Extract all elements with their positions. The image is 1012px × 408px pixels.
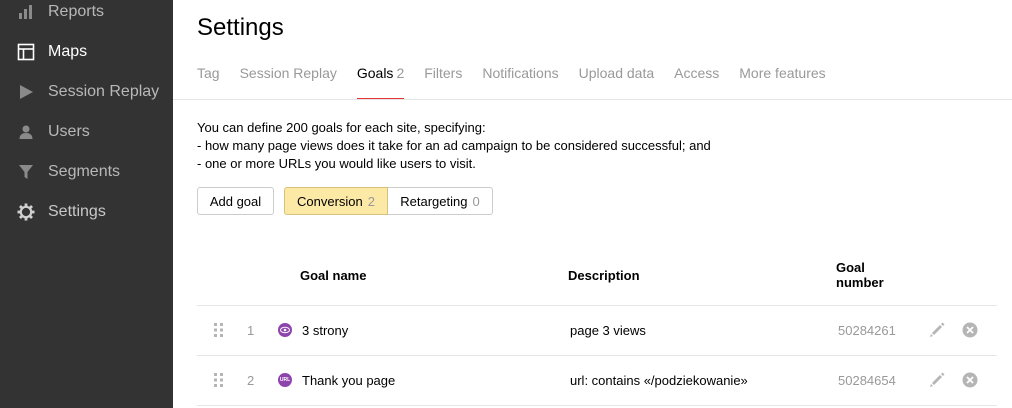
goals-intro: You can define 200 goals for each site, … (197, 119, 711, 173)
table-divider (197, 355, 997, 356)
delete-close-icon[interactable] (961, 321, 979, 339)
intro-line: - one or more URLs you would like users … (197, 156, 476, 171)
sidebar-item-session-replay[interactable]: Session Replay (0, 72, 173, 112)
sidebar-item-label: Maps (48, 43, 88, 60)
intro-line: You can define 200 goals for each site, … (197, 120, 486, 135)
sidebar: Reports Maps Session Replay Users Segmen… (0, 0, 173, 408)
header-line: number (836, 275, 884, 290)
sidebar-item-settings[interactable]: Settings (0, 192, 173, 232)
url-icon: URL (278, 373, 292, 387)
gear-icon (17, 203, 35, 221)
conversion-label: Conversion (297, 193, 363, 209)
sidebar-item-reports[interactable]: Reports (0, 0, 173, 32)
goal-description: page 3 views (570, 323, 646, 338)
goal-type-switch: Conversion 2 Retargeting 0 (284, 187, 493, 215)
tab-label: Notifications (482, 65, 559, 81)
table-divider (197, 305, 997, 306)
sidebar-item-label: Reports (48, 3, 105, 20)
goal-number: 50284261 (838, 323, 896, 338)
intro-line: - how many page views does it take for a… (197, 138, 711, 153)
tab-label: Session Replay (239, 65, 337, 81)
tab-label: Goals (356, 65, 394, 81)
conversion-toggle[interactable]: Conversion 2 (284, 187, 388, 215)
user-icon (17, 123, 35, 141)
tab-filters[interactable]: Filters (424, 62, 462, 100)
sidebar-item-label: Segments (48, 163, 121, 180)
tab-label: More features (739, 65, 826, 81)
tab-upload-data[interactable]: Upload data (579, 62, 655, 100)
table-divider (197, 405, 997, 406)
bar-chart-icon (17, 3, 35, 21)
layout-icon (17, 43, 35, 61)
main-content: Settings Tag Session Replay Goals 2 Filte… (173, 0, 1012, 408)
goal-index: 1 (247, 323, 255, 338)
sidebar-item-label: Session Replay (48, 83, 160, 100)
conversion-count: 2 (367, 193, 375, 209)
column-header-description: Description (568, 268, 640, 283)
delete-close-icon[interactable] (961, 371, 979, 389)
tab-notifications[interactable]: Notifications (482, 62, 558, 100)
drag-handle-icon[interactable] (214, 373, 224, 387)
sidebar-item-segments[interactable]: Segments (0, 152, 173, 192)
page-title: Settings (197, 14, 284, 41)
tab-label: Upload data (578, 65, 655, 81)
tab-label: Filters (424, 65, 463, 81)
settings-tabs: Tag Session Replay Goals 2 Filters Notifi… (197, 62, 846, 100)
sidebar-item-label: Users (48, 123, 90, 140)
edit-pencil-icon[interactable] (928, 321, 946, 339)
edit-pencil-icon[interactable] (928, 371, 946, 389)
retargeting-count: 0 (472, 193, 480, 209)
column-header-goal-number: Goal number (836, 260, 884, 290)
tabs-divider (173, 99, 1012, 100)
goal-index: 2 (247, 373, 255, 388)
goal-number: 50284654 (838, 373, 896, 388)
retargeting-toggle[interactable]: Retargeting 0 (388, 187, 493, 215)
drag-handle-icon[interactable] (214, 323, 224, 337)
sidebar-item-users[interactable]: Users (0, 112, 173, 152)
sidebar-item-maps[interactable]: Maps (0, 32, 173, 72)
retargeting-label: Retargeting (400, 193, 468, 209)
tab-goals[interactable]: Goals 2 (356, 62, 405, 100)
add-goal-button[interactable]: Add goal (197, 187, 274, 215)
tab-label: Access (674, 65, 720, 81)
tab-count: 2 (396, 65, 405, 81)
eye-icon (278, 323, 292, 337)
goal-name[interactable]: 3 strony (302, 323, 348, 338)
filter-icon (17, 163, 35, 181)
tab-more-features[interactable]: More features (739, 62, 825, 100)
goal-description: url: contains «/podziekowanie» (570, 373, 748, 388)
tab-session-replay[interactable]: Session Replay (240, 62, 337, 100)
tab-tag[interactable]: Tag (197, 62, 220, 100)
header-line: Goal (836, 260, 865, 275)
tab-label: Tag (197, 65, 220, 81)
play-icon (17, 83, 35, 101)
tab-access[interactable]: Access (674, 62, 719, 100)
column-header-goal-name: Goal name (300, 268, 367, 283)
goal-name[interactable]: Thank you page (302, 373, 395, 388)
sidebar-item-label: Settings (48, 203, 106, 220)
